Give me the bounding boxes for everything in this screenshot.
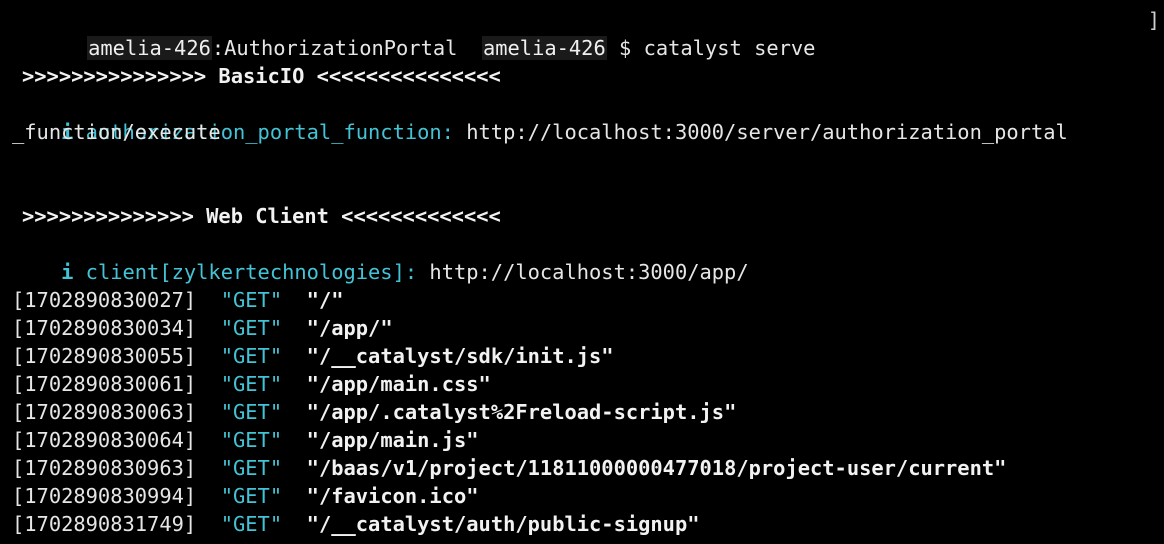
client-name: client[zylkertechnologies]:: [85, 260, 418, 284]
log-path: "/app/": [306, 316, 393, 340]
log-timestamp: [1702890830034]: [12, 316, 197, 340]
log-row: [1702890831749] "GET" "/__catalyst/auth/…: [12, 510, 700, 538]
log-row: [1702890830963] "GET" "/baas/v1/project/…: [12, 454, 1006, 482]
user-host: amelia-426: [87, 36, 212, 60]
log-timestamp: [1702890830055]: [12, 344, 197, 368]
log-path: "/baas/v1/project/11811000000477018/proj…: [306, 456, 1007, 480]
basicio-info-line: i authorization_portal_function: http://…: [12, 90, 1068, 144]
log-row: [1702890830994] "GET" "/favicon.ico": [12, 482, 479, 510]
log-timestamp: [1702890830061]: [12, 372, 197, 396]
webclient-header: >>>>>>>>>>>>>> Web Client <<<<<<<<<<<<<: [22, 204, 501, 228]
log-timestamp: [1702890830027]: [12, 288, 197, 312]
log-timestamp: [1702890830994]: [12, 484, 197, 508]
log-method: "GET": [220, 288, 283, 312]
function-url-part1[interactable]: http://localhost:3000/server/authorizati…: [466, 120, 1068, 144]
log-path: "/": [306, 288, 344, 312]
webclient-info-line: i client[zylkertechnologies]: http://loc…: [12, 230, 749, 284]
command-text: catalyst serve: [643, 36, 816, 60]
log-row: [1702890830064] "GET" "/app/main.js": [12, 426, 479, 454]
log-method: "GET": [220, 428, 283, 452]
prompt-line: amelia-426:AuthorizationPortal amelia-42…: [38, 6, 815, 60]
log-row: [1702890830061] "GET" "/app/main.css": [12, 370, 491, 398]
log-path: "/__catalyst/auth/public-signup": [306, 512, 700, 536]
log-path: "/app/.catalyst%2Freload-script.js": [306, 400, 737, 424]
cursor-icon: ]: [1147, 8, 1160, 32]
user-host-2: amelia-426: [481, 36, 607, 60]
function-url-part2[interactable]: _function/execute: [12, 118, 221, 146]
log-method: "GET": [220, 400, 283, 424]
log-timestamp: [1702890830064]: [12, 428, 197, 452]
log-row: [1702890830027] "GET" "/": [12, 286, 344, 314]
log-row: [1702890830034] "GET" "/app/": [12, 314, 393, 342]
log-method: "GET": [220, 372, 283, 396]
log-method: "GET": [220, 484, 283, 508]
log-timestamp: [1702890830063]: [12, 400, 197, 424]
log-path: "/app/main.js": [306, 428, 479, 452]
log-method: "GET": [220, 456, 283, 480]
log-timestamp: [1702890830963]: [12, 456, 197, 480]
log-row: [1702890830055] "GET" "/__catalyst/sdk/i…: [12, 342, 614, 370]
log-path: "/__catalyst/sdk/init.js": [306, 344, 614, 368]
terminal-window[interactable]: amelia-426:AuthorizationPortal amelia-42…: [0, 0, 1164, 544]
log-row: [1702890830063] "GET" "/app/.catalyst%2F…: [12, 398, 736, 426]
info-icon: i: [61, 260, 74, 284]
log-method: "GET": [220, 316, 283, 340]
basicio-header: >>>>>>>>>>>>>>> BasicIO <<<<<<<<<<<<<<<: [22, 64, 501, 88]
prompt-symbol: $: [619, 36, 632, 60]
prompt-separator: :: [211, 36, 225, 60]
current-directory: AuthorizationPortal: [224, 36, 458, 60]
log-path: "/favicon.ico": [306, 484, 479, 508]
log-method: "GET": [220, 512, 283, 536]
log-timestamp: [1702890831749]: [12, 512, 197, 536]
log-method: "GET": [220, 344, 283, 368]
client-url[interactable]: http://localhost:3000/app/: [429, 260, 748, 284]
log-path: "/app/main.css": [306, 372, 491, 396]
